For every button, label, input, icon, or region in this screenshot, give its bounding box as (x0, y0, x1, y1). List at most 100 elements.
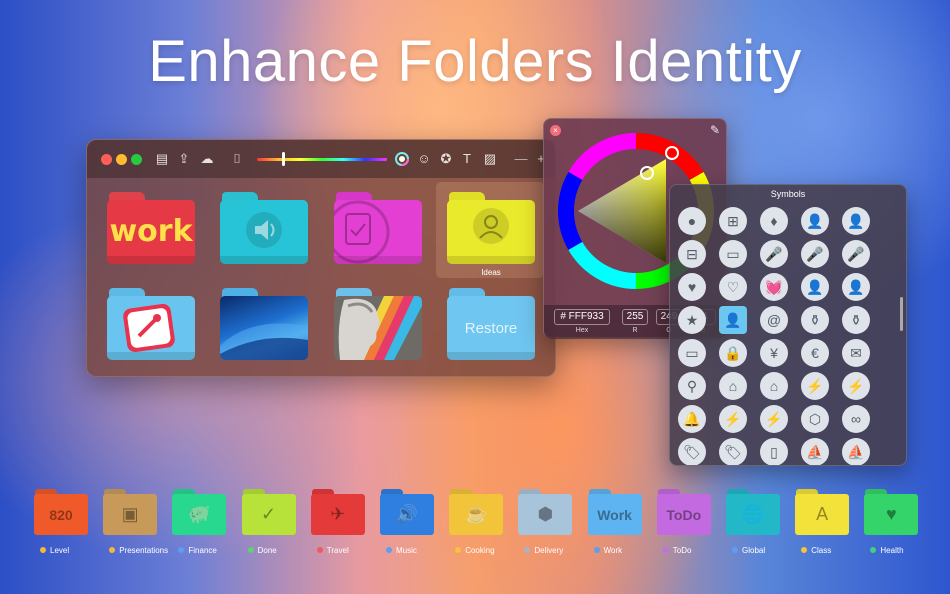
symbol-option[interactable]: ★ (678, 306, 706, 334)
preset-label: Finance (178, 546, 217, 555)
symbol-option[interactable]: 👤 (801, 273, 829, 301)
color-dot (593, 547, 600, 553)
preset-label: Class (801, 546, 831, 555)
preset-label: Music (386, 546, 417, 555)
preset-folder-travel[interactable]: ✈ (310, 489, 365, 535)
symbol-option[interactable]: ✉ (842, 339, 870, 367)
symbol-option[interactable]: @ (760, 306, 788, 334)
preset-label-text: Level (50, 546, 70, 555)
preset-folder-level[interactable]: 820 (34, 489, 88, 535)
symbol-option[interactable]: ♥ (678, 273, 706, 301)
symbol-option[interactable]: ⌂ (719, 372, 747, 400)
symbol-option[interactable]: ⚡ (842, 372, 870, 400)
preset-label-text: Work (603, 546, 623, 555)
symbol-option[interactable]: ● (678, 207, 706, 235)
symbol-option[interactable]: 🔒 (719, 339, 747, 367)
cloud-icon[interactable]: ☁ (198, 150, 216, 168)
preset-folder-done[interactable]: ✓ (241, 489, 296, 535)
image-icon[interactable]: ▨ (481, 150, 499, 168)
symbol-option[interactable]: ⛵ (801, 438, 829, 465)
minimize-window-button[interactable] (116, 154, 127, 165)
symbol-option[interactable]: ⚱ (842, 306, 870, 334)
preset-folder-music[interactable]: 🔊 (380, 489, 434, 535)
symbol-option[interactable]: ▯ (760, 438, 788, 465)
symbol-option[interactable]: 🎤 (842, 240, 870, 268)
symbol-option[interactable]: ⊞ (719, 207, 747, 235)
folder-checklist[interactable] (334, 192, 422, 264)
wave-image (220, 323, 308, 360)
color-dot (662, 547, 669, 553)
preset-folder-health[interactable]: ♥ (864, 489, 919, 535)
preset-folder-presentations[interactable]: ▣ (103, 489, 158, 535)
symbol-option[interactable]: ⚡ (760, 405, 788, 433)
preset-label-text: Class (811, 546, 832, 555)
preset-label: Level (40, 546, 69, 555)
symbol-option[interactable]: 👤 (719, 306, 747, 334)
symbol-option[interactable]: 🏷 (719, 438, 747, 465)
symbol-option[interactable]: € (801, 339, 829, 367)
preset-folder-work[interactable]: Work (587, 489, 642, 535)
symbol-option[interactable]: ⚱ (801, 306, 829, 334)
symbol-option[interactable]: 🎤 (760, 240, 788, 268)
list-icon[interactable]: ▤ (153, 150, 171, 168)
hue-slider-knob[interactable] (281, 152, 285, 166)
folder-restore[interactable]: Restore (447, 288, 535, 360)
preset-label-text: Delivery (534, 546, 564, 555)
minus-icon[interactable]: — (512, 150, 530, 168)
symbol-option[interactable]: ¥ (760, 339, 788, 367)
symbol-option[interactable]: 🏷 (678, 438, 706, 465)
folder-keynote[interactable] (107, 288, 195, 360)
symbol-option[interactable]: ▭ (678, 339, 706, 367)
share-icon[interactable]: ⇪ (175, 150, 193, 168)
symbol-option[interactable]: ⌂ (760, 372, 788, 400)
preset-folder-delivery[interactable]: ⬢ (518, 489, 573, 535)
hue-slider[interactable] (257, 158, 387, 161)
symbol-option[interactable]: ♦ (760, 207, 788, 235)
symbol-option[interactable]: ♡ (719, 273, 747, 301)
folder-work[interactable]: work (107, 192, 195, 264)
r-field[interactable]: 255 (622, 309, 648, 325)
preset-label-text: Travel (326, 546, 349, 555)
hex-field[interactable]: # FFF933 (554, 309, 610, 325)
preset-label-text: ToDo (672, 546, 692, 555)
symbols-scrollbar[interactable] (900, 297, 903, 331)
symbol-option[interactable]: 🔔 (678, 405, 706, 433)
preset-label: ToDo (662, 546, 692, 555)
preset-glyph: ▣ (121, 504, 139, 524)
tag-icon[interactable]: ⌷ (228, 150, 246, 168)
symbol-option[interactable]: 🎤 (801, 240, 829, 268)
text-icon[interactable]: T (458, 150, 476, 168)
emoji-icon[interactable]: ☺ (415, 150, 433, 168)
folder-ideas[interactable]: Ideas (447, 192, 535, 277)
color-wheel-icon[interactable] (393, 150, 411, 168)
symbol-option[interactable]: ⛵ (842, 438, 870, 465)
symbol-option[interactable]: ⬡ (801, 405, 829, 433)
preset-label-text: Cooking (465, 546, 495, 555)
symbol-option[interactable]: 👤 (842, 273, 870, 301)
folder-wave[interactable] (220, 288, 308, 360)
symbol-option[interactable]: ⚡ (719, 405, 747, 433)
symbol-option[interactable]: ⊟ (678, 240, 706, 268)
folder-statue[interactable] (334, 288, 422, 360)
zoom-window-button[interactable] (131, 154, 142, 165)
preset-folder-todo[interactable]: ToDo (656, 489, 711, 535)
star-icon[interactable]: ✪ (437, 150, 455, 168)
symbol-option[interactable]: ⚲ (678, 372, 706, 400)
preset-label: Done (247, 546, 277, 555)
symbol-option[interactable]: 👤 (801, 207, 829, 235)
color-dot (109, 547, 116, 553)
r-label: R (632, 327, 638, 334)
symbol-option[interactable]: ▭ (719, 240, 747, 268)
symbol-option[interactable]: ∞ (842, 405, 870, 433)
preset-folder-finance[interactable]: 🐖 (172, 489, 227, 535)
folder-speaker[interactable] (220, 192, 308, 264)
symbol-option[interactable]: 💓 (760, 273, 788, 301)
close-window-button[interactable] (101, 154, 112, 165)
color-dot (524, 547, 531, 553)
person-icon (473, 208, 509, 244)
symbol-option[interactable]: ⚡ (801, 372, 829, 400)
preset-folder-class[interactable]: A (795, 489, 850, 535)
preset-folder-cooking[interactable]: ☕ (449, 489, 504, 535)
preset-folder-global[interactable]: 🌐 (726, 489, 780, 535)
symbol-option[interactable]: 👤 (842, 207, 870, 235)
